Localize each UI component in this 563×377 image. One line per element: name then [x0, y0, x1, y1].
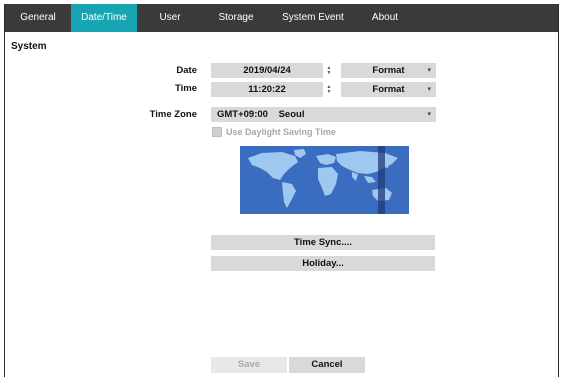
world-map-icon	[240, 146, 409, 214]
time-zone-map[interactable]	[240, 146, 409, 214]
holiday-button[interactable]: Holiday...	[211, 256, 435, 271]
chevron-down-icon: ▾	[427, 67, 431, 74]
time-zone-offset: GMT+09:00	[217, 109, 268, 120]
time-field[interactable]: 11:20:22	[211, 82, 323, 97]
chevron-down-icon: ▾	[427, 86, 431, 93]
time-format-dropdown[interactable]: Format ▾	[341, 82, 436, 97]
spinner-down-icon[interactable]: ▼	[327, 89, 332, 95]
date-field[interactable]: 2019/04/24	[211, 63, 323, 78]
tab-date-time[interactable]: Date/Time	[71, 4, 137, 32]
dst-label: Use Daylight Saving Time	[226, 127, 336, 137]
time-sync-button[interactable]: Time Sync....	[211, 235, 435, 250]
dst-option[interactable]: Use Daylight Saving Time	[212, 126, 336, 138]
settings-window: General Date/Time User Storage System Ev…	[4, 4, 559, 377]
tab-system-event[interactable]: System Event	[269, 4, 357, 32]
time-label: Time	[174, 83, 197, 94]
tab-general[interactable]: General	[5, 4, 71, 32]
date-spinner[interactable]: ▲ ▼	[324, 63, 334, 78]
dst-checkbox[interactable]	[212, 127, 222, 137]
time-format-label: Format	[372, 84, 405, 95]
tab-about[interactable]: About	[357, 4, 413, 32]
save-button[interactable]: Save	[211, 357, 287, 373]
date-format-label: Format	[372, 65, 405, 76]
time-spinner[interactable]: ▲ ▼	[324, 82, 334, 97]
date-format-dropdown[interactable]: Format ▾	[341, 63, 436, 78]
cancel-button[interactable]: Cancel	[289, 357, 365, 373]
time-zone-city: Seoul	[278, 109, 305, 120]
time-zone-label: Time Zone	[149, 109, 197, 120]
time-zone-dropdown[interactable]: GMT+09:00 Seoul ▾	[211, 107, 436, 122]
chevron-down-icon: ▾	[427, 111, 431, 118]
tab-storage[interactable]: Storage	[203, 4, 269, 32]
date-label: Date	[176, 65, 197, 76]
section-title: System	[11, 41, 47, 52]
tab-user[interactable]: User	[137, 4, 203, 32]
tab-bar: General Date/Time User Storage System Ev…	[5, 4, 558, 32]
spinner-down-icon[interactable]: ▼	[327, 70, 332, 76]
